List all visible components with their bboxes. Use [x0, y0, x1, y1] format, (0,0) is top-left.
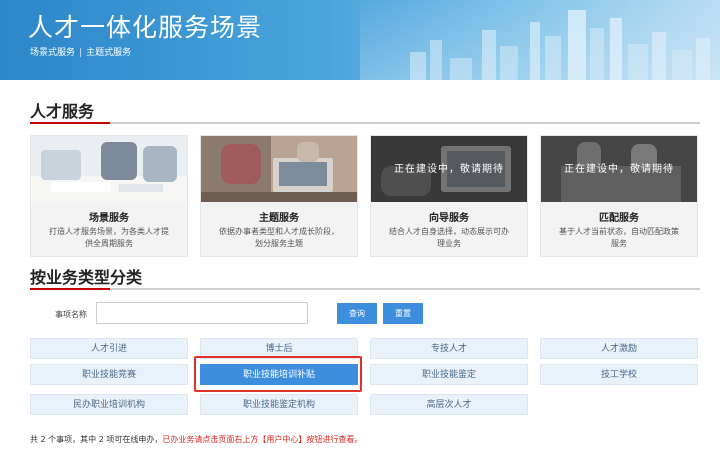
card-description: 依据办事者类型和人才成长阶段，划分服务主题 [219, 227, 339, 248]
category-professional-talent[interactable]: 专技人才 [370, 338, 528, 359]
card-scene-service[interactable]: 场景服务 打造人才服务场景，为各类人才提供全周期服务 [30, 135, 188, 257]
card-photo-laptop [201, 136, 357, 202]
card-photo-handshake [31, 136, 187, 202]
page-banner: 人才一体化服务场景 场景式服务 | 主题式服务 [0, 0, 720, 80]
highlight-box [194, 356, 362, 392]
card-overlay-text: 正在建设中，敬请期待 [564, 164, 674, 175]
category-talent-introduction[interactable]: 人才引进 [30, 338, 188, 359]
section-divider [30, 288, 700, 290]
category-skills-appraisal[interactable]: 职业技能鉴定 [370, 364, 528, 385]
card-guide-service[interactable]: 正在建设中，敬请期待 向导服务 结合人才自身选择，动态展示可办理业务 [370, 135, 528, 257]
result-summary: 共 2 个事项，其中 2 项可在线申办，已办业务请点击页面右上方【用户中心】按钮… [30, 434, 362, 445]
search-input[interactable] [96, 302, 308, 324]
category-skills-competition[interactable]: 职业技能竞赛 [30, 364, 188, 385]
city-skyline-image [410, 10, 710, 80]
reset-button[interactable]: 重置 [383, 303, 423, 324]
card-title: 向导服务 [429, 213, 469, 224]
card-description: 打造人才服务场景，为各类人才提供全周期服务 [49, 227, 169, 248]
category-talent-incentive[interactable]: 人才激励 [540, 338, 698, 359]
card-description: 结合人才自身选择，动态展示可办理业务 [389, 227, 509, 248]
page-title: 人才一体化服务场景 [28, 13, 263, 42]
card-title: 场景服务 [89, 213, 129, 224]
query-button[interactable]: 查询 [337, 303, 377, 324]
card-overlay-text: 正在建设中，敬请期待 [394, 164, 504, 175]
card-title: 主题服务 [259, 213, 299, 224]
nav-link-scene-service[interactable]: 场景式服务 [30, 48, 75, 58]
card-title: 匹配服务 [599, 213, 639, 224]
section-title-talent-service: 人才服务 [30, 102, 95, 121]
section-title-business-type: 按业务类型分类 [30, 268, 143, 287]
nav-separator: | [79, 48, 83, 58]
category-skills-appraisal-institution[interactable]: 职业技能鉴定机构 [200, 394, 358, 415]
user-center-hint: 已办业务请点击页面右上方【用户中心】按钮进行查看。 [162, 435, 363, 444]
category-private-training-institution[interactable]: 民办职业培训机构 [30, 394, 188, 415]
nav-link-theme-service[interactable]: 主题式服务 [86, 48, 131, 58]
card-description: 基于人才当前状态，自动匹配政策服务 [559, 227, 679, 248]
card-match-service[interactable]: 正在建设中，敬请期待 匹配服务 基于人才当前状态，自动匹配政策服务 [540, 135, 698, 257]
card-theme-service[interactable]: 主题服务 依据办事者类型和人才成长阶段，划分服务主题 [200, 135, 358, 257]
search-label: 事项名称 [55, 310, 87, 319]
section-divider [30, 122, 700, 124]
banner-nav: 场景式服务 | 主题式服务 [30, 45, 131, 58]
category-technical-school[interactable]: 技工学校 [540, 364, 698, 385]
category-high-level-talent[interactable]: 高层次人才 [370, 394, 528, 415]
result-count-text: 共 2 个事项，其中 2 项可在线申办， [30, 435, 163, 444]
